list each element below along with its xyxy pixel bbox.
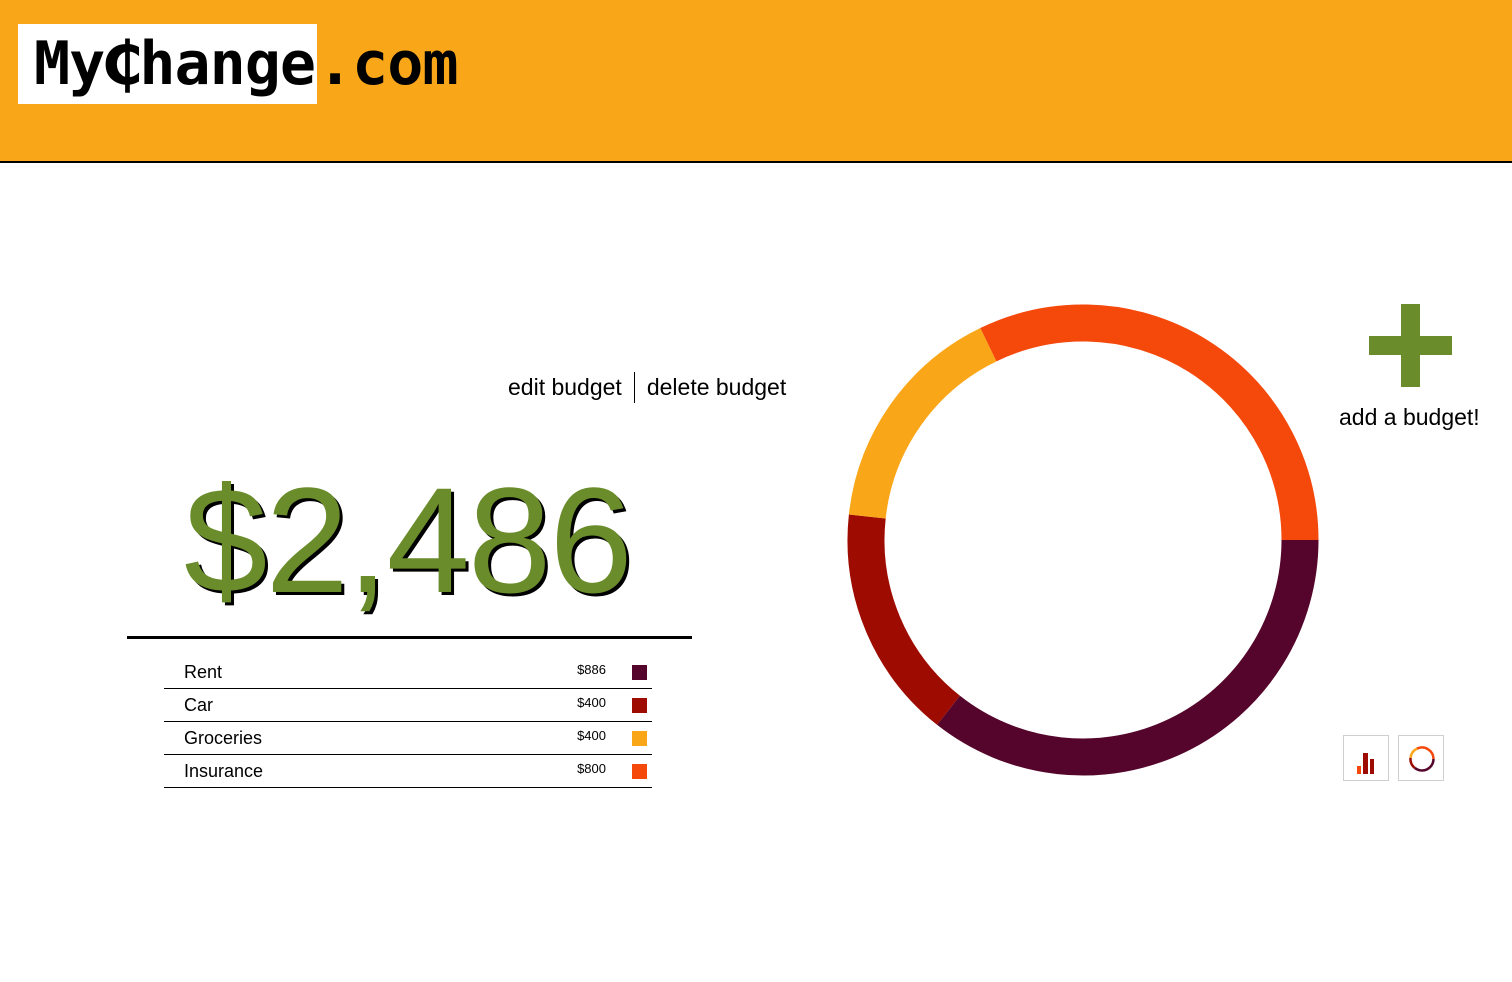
budget-item-amount: $886: [577, 662, 606, 677]
budget-item-swatch: [632, 764, 647, 779]
budget-total: $2,486: [184, 456, 633, 624]
budget-item-swatch: [632, 698, 647, 713]
donut-slice-groceries: [848, 328, 997, 519]
logo-domain: .com: [316, 29, 458, 99]
budget-item-name: Groceries: [184, 728, 263, 748]
donut-slice-car: [847, 514, 961, 725]
budget-item-amount: $800: [577, 761, 606, 776]
add-budget-label[interactable]: add a budget!: [1339, 404, 1480, 431]
budget-donut-chart: [847, 304, 1319, 776]
budget-item: Insurance $800: [164, 755, 652, 788]
donut-slice-rent: [937, 539, 1319, 776]
site-logo[interactable]: My₵hange.com: [18, 24, 458, 104]
budget-item-list: Rent $886 Car $400 Groceries $400 Insura…: [164, 656, 652, 788]
budget-item-name: Rent: [184, 662, 223, 682]
total-divider: [127, 636, 692, 639]
header-bar: My₵hange.com: [0, 0, 1512, 163]
action-divider: [633, 372, 635, 403]
budget-actions: edit budget delete budget: [508, 372, 786, 403]
edit-budget-link[interactable]: edit budget: [508, 374, 622, 401]
donut-slice-insurance: [980, 304, 1319, 541]
budget-item-swatch: [632, 731, 647, 746]
bar-chart-icon: [1357, 753, 1374, 774]
logo-wordmark: My₵hange: [18, 24, 317, 104]
budget-item: Groceries $400: [164, 722, 652, 755]
budget-item-name: Insurance: [184, 761, 264, 781]
plus-icon[interactable]: [1369, 304, 1452, 387]
donut-chart-view-button[interactable]: [1398, 735, 1444, 781]
budget-item-name: Car: [184, 695, 214, 715]
delete-budget-link[interactable]: delete budget: [647, 374, 786, 401]
budget-item-swatch: [632, 665, 647, 680]
budget-item: Rent $886: [164, 656, 652, 689]
budget-item-amount: $400: [577, 695, 606, 710]
budget-item-amount: $400: [577, 728, 606, 743]
donut-chart-icon: [1409, 746, 1435, 772]
bar-chart-view-button[interactable]: [1343, 735, 1389, 781]
budget-item: Car $400: [164, 689, 652, 722]
